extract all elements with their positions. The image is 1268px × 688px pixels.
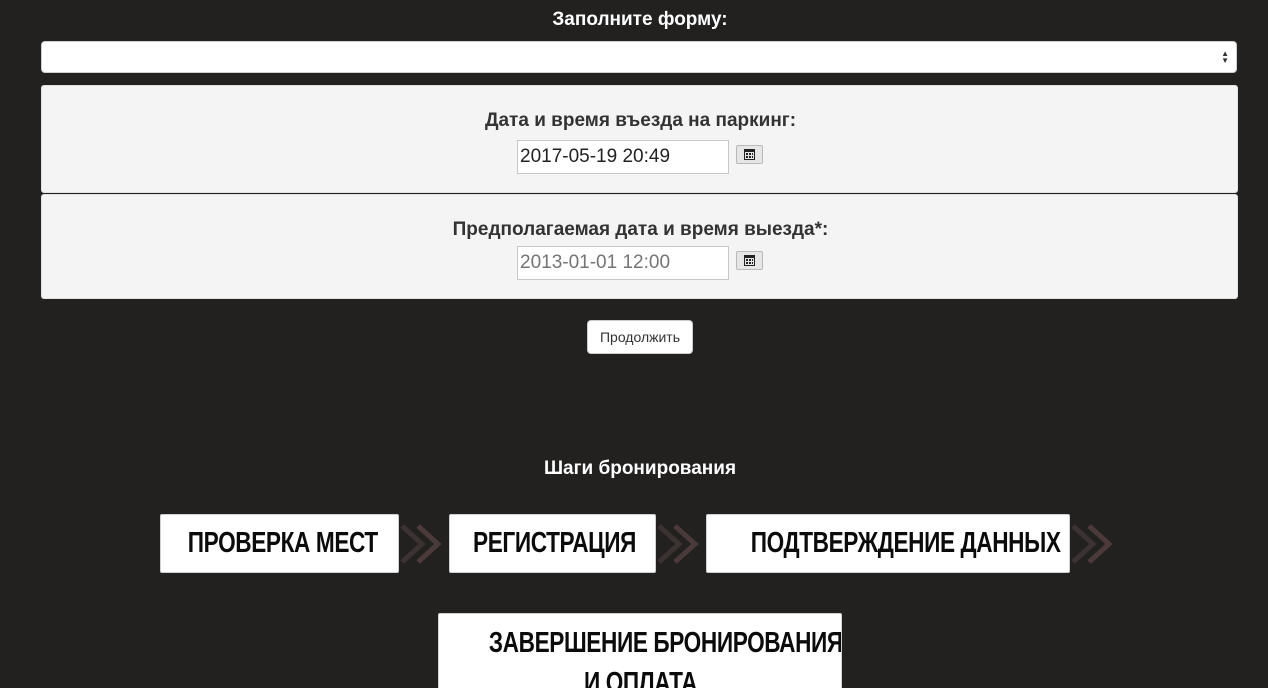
form-select[interactable]: ▲ ▼ [41,41,1237,73]
step-label: ПОДТВЕРЖДЕНИЕ ДАННЫХ [750,527,1061,559]
chevron-right-icon [400,524,442,564]
step-check-places: ПРОВЕРКА МЕСТ [160,514,399,573]
entry-datetime-input[interactable] [517,140,729,174]
entry-calendar-button[interactable] [736,145,763,164]
calendar-icon [744,149,755,160]
exit-datetime-panel: Предполагаемая дата и время выезда*: [41,194,1238,299]
exit-datetime-label: Предполагаемая дата и время выезда*: [452,219,829,240]
step-completion-payment: ЗАВЕРШЕНИЕ БРОНИРОВАНИЯ И ОПЛАТА [438,613,842,688]
step-label-line1: ЗАВЕРШЕНИЕ БРОНИРОВАНИЯ [488,627,842,659]
exit-calendar-button[interactable] [736,251,763,270]
step-label: РЕГИСТРАЦИЯ [472,527,637,559]
select-arrows-icon: ▲ ▼ [1221,49,1229,65]
entry-datetime-label: Дата и время въезда на паркинг: [484,110,797,131]
step-data-confirmation: ПОДТВЕРЖДЕНИЕ ДАННЫХ [706,514,1070,573]
step-registration: РЕГИСТРАЦИЯ [449,514,656,573]
exit-datetime-input[interactable] [517,246,729,280]
page: Заполните форму: ▲ ▼ Дата и время въезда … [0,0,1268,688]
entry-datetime-panel: Дата и время въезда на паркинг: [41,85,1238,193]
chevron-right-icon [657,524,699,564]
step-label: ПРОВЕРКА МЕСТ [187,527,378,559]
chevron-right-icon [1071,524,1113,564]
booking-steps-title: Шаги бронирования [543,458,737,479]
step-label-line2: И ОПЛАТА [583,667,697,688]
form-title: Заполните форму: [552,9,728,30]
continue-button[interactable]: Продолжить [587,320,693,354]
calendar-icon [744,255,755,266]
